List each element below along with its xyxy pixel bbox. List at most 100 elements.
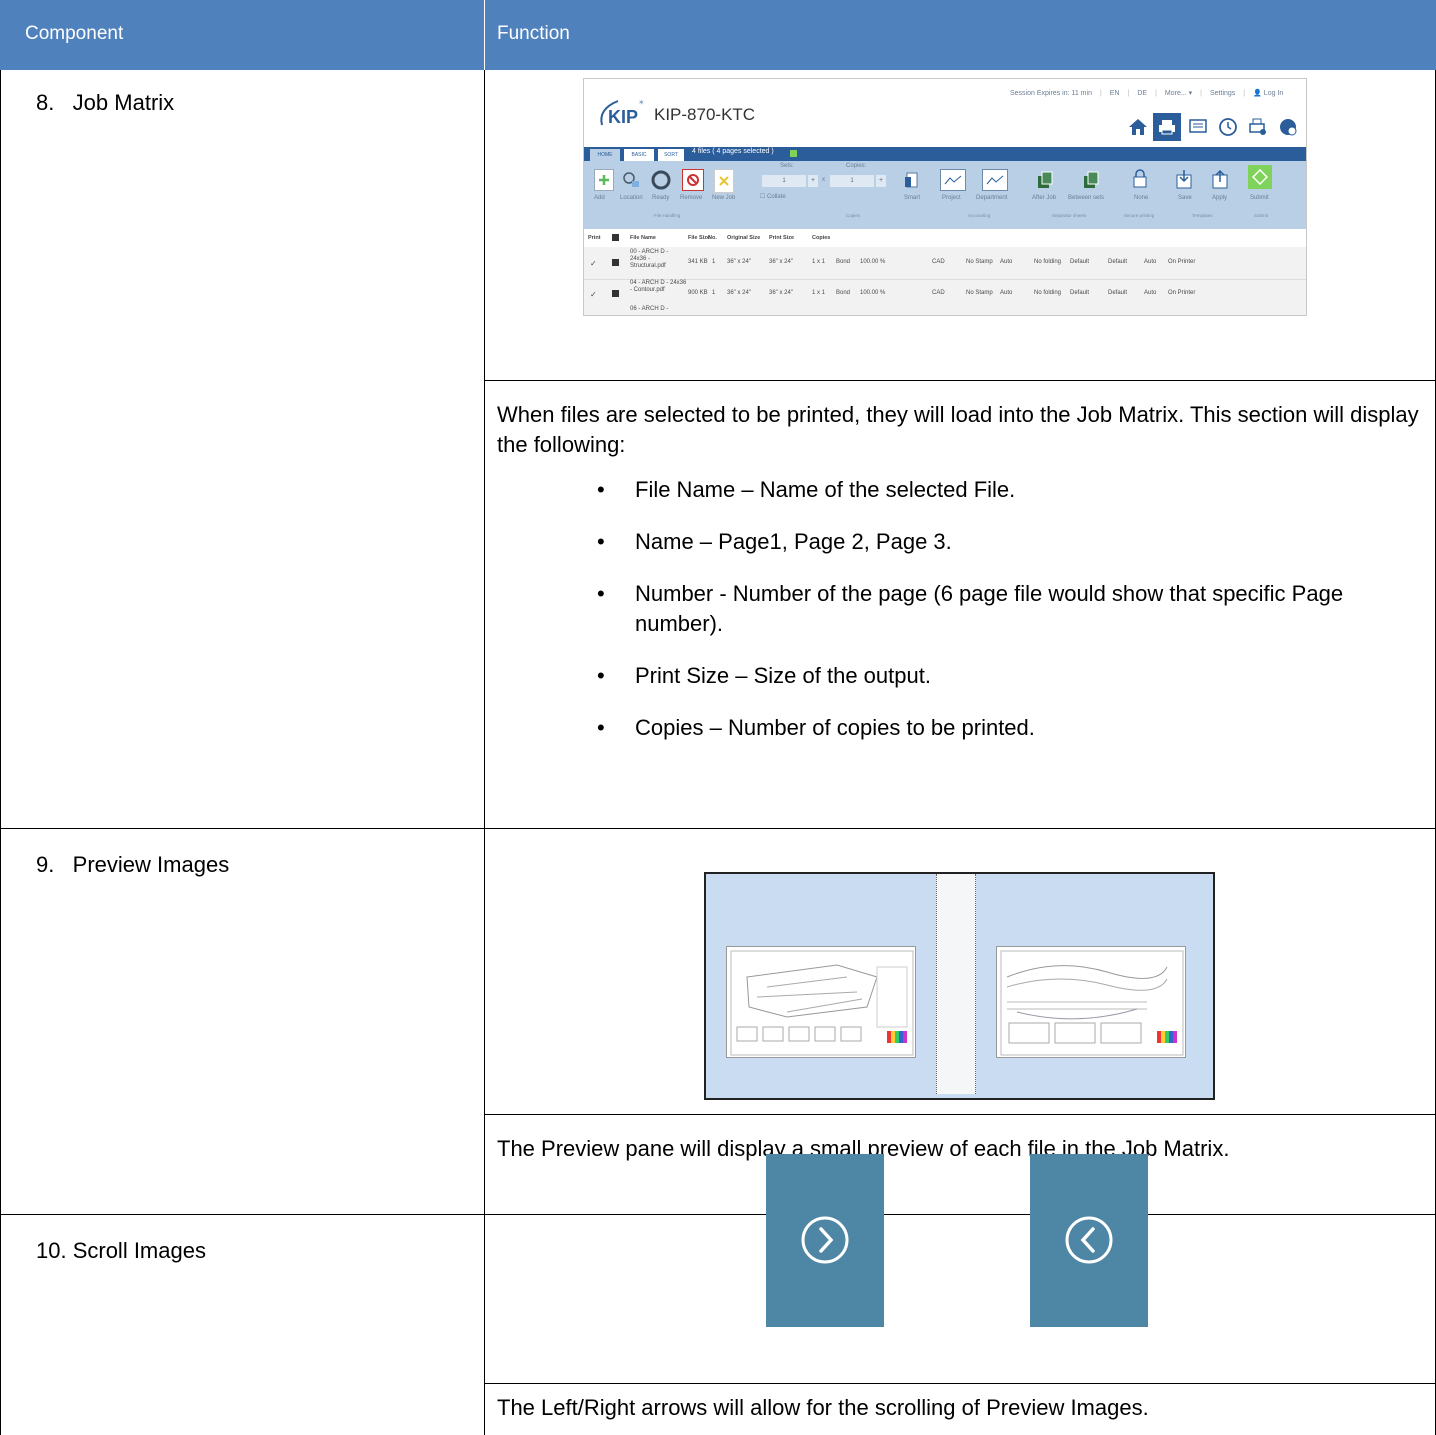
group-accounting: Accounting — [968, 213, 991, 218]
session-text: Session Expires in: 11 min — [1010, 89, 1092, 97]
svg-text:✶: ✶ — [638, 98, 645, 107]
copies-label: Copies: — [846, 163, 867, 169]
lock-icon[interactable] — [1130, 167, 1150, 191]
group-templates: Templates — [1192, 213, 1213, 218]
col-copies: Copies — [812, 235, 831, 241]
kip-logo-text: KIP — [608, 107, 638, 127]
scroll-description: The Left/Right arrows will allow for the… — [497, 1395, 1149, 1420]
toolbar-remove-label: Remove — [680, 195, 703, 201]
col-file-size: File Size — [688, 235, 711, 241]
file-name: 00 - ARCH D - 24x36 - Structural.pdf — [630, 249, 669, 269]
settings-link[interactable]: Settings — [1210, 90, 1235, 97]
toolbar-save-label: Save — [1178, 195, 1192, 201]
col-original-size: Original Size — [727, 235, 761, 241]
preview-description: The Preview pane will display a small pr… — [497, 1136, 1230, 1161]
clock-icon[interactable] — [1216, 115, 1240, 139]
queue-icon[interactable] — [1186, 115, 1210, 139]
table-row[interactable]: ✓ 04 - ARCH D - 24x36 - Contour.pdf 900 … — [584, 279, 1306, 315]
chevron-right-icon — [801, 1216, 849, 1264]
selected-indicator — [790, 150, 797, 157]
table-header: Component Function — [0, 0, 1436, 70]
list-item: Name – Page1, Page 2, Page 3. — [540, 527, 1400, 557]
lang-en-link[interactable]: EN — [1110, 90, 1120, 97]
toolbar-none-label: None — [1134, 195, 1149, 201]
location-icon[interactable] — [620, 169, 642, 191]
group-copies: Copies — [846, 213, 861, 218]
kip-logo: KIP ✶ — [596, 97, 648, 127]
toolbar-apply-label: Apply — [1212, 195, 1228, 201]
col-print: Print — [588, 235, 601, 241]
tab-sort[interactable]: SORT — [658, 149, 684, 161]
project-icon[interactable] — [940, 169, 966, 191]
tab-home[interactable]: HOME — [590, 149, 620, 161]
preview-thumbnail-1[interactable] — [726, 946, 916, 1058]
save-icon[interactable] — [1174, 167, 1194, 191]
new-job-icon[interactable] — [714, 169, 734, 193]
home-icon[interactable] — [1126, 115, 1150, 139]
file-name: 04 - ARCH D - 24x36 - Contour.pdf — [630, 280, 687, 293]
job-table-header: Print File Name File Size No. Original S… — [584, 233, 1306, 245]
col-no: No. — [708, 235, 717, 241]
printer-icon[interactable] — [1153, 113, 1181, 141]
kip-title: KIP-870-KTC — [654, 105, 756, 124]
toolbar-smart-label: Smart — [904, 195, 921, 201]
job-matrix-bullet-list: File Name – Name of the selected File. N… — [540, 475, 1400, 743]
between-sets-icon[interactable] — [1080, 169, 1102, 191]
select-all-checkbox[interactable] — [612, 234, 619, 241]
table-divider — [484, 70, 485, 1435]
globe-icon[interactable] — [1276, 115, 1300, 139]
row-checkbox[interactable] — [612, 290, 619, 297]
list-item: Number - Number of the page (6 page file… — [540, 579, 1400, 639]
list-item: Copies – Number of copies to be printed. — [540, 713, 1400, 743]
department-icon[interactable] — [982, 169, 1008, 191]
toolbar-between-sets-label: Between sets — [1068, 195, 1105, 201]
table-border-left — [0, 70, 1, 1435]
sets-label: Sets: — [780, 163, 794, 169]
copies-plus-button[interactable]: + — [876, 175, 886, 187]
ready-icon[interactable] — [650, 169, 672, 191]
row-checkbox[interactable] — [612, 259, 619, 266]
add-icon[interactable] — [594, 169, 614, 191]
file-name: 06 - ARCH D - — [630, 306, 669, 312]
login-link[interactable]: 👤 Log In — [1253, 89, 1283, 97]
job-matrix-description: When files are selected to be printed, t… — [497, 402, 1419, 457]
scroll-right-button[interactable] — [766, 1154, 884, 1327]
toolbar-department-label: Department — [976, 195, 1008, 201]
files-selected-text: 4 files ( 4 pages selected ) — [692, 148, 774, 155]
preview-thumbnail-2[interactable] — [996, 946, 1186, 1058]
row-label-preview-images: 9. Preview Images — [36, 852, 230, 877]
row-label-scroll-images: 10. Scroll Images — [36, 1238, 206, 1263]
sets-plus-button[interactable]: + — [808, 175, 818, 187]
header-function: Function — [497, 23, 570, 44]
scroll-left-button[interactable] — [1030, 1154, 1148, 1327]
col-file-name: File Name — [630, 235, 656, 241]
chevron-left-icon — [1065, 1216, 1113, 1264]
list-item: Print Size – Size of the output. — [540, 661, 1400, 691]
toolbar-new-job-label: New Job — [712, 195, 736, 201]
toolbar-location-label: Location — [620, 195, 643, 201]
toolbar-project-label: Project — [942, 195, 961, 201]
copies-input[interactable]: 1 — [830, 175, 874, 187]
toolbar-add-label: Add — [594, 195, 605, 201]
row-label-job-matrix: 8. Job Matrix — [36, 90, 175, 115]
tab-basic[interactable]: BASIC — [624, 149, 654, 161]
smart-icon[interactable] — [902, 169, 922, 191]
group-separator-sheets: Separator sheets — [1052, 213, 1087, 218]
toolbar-after-job-label: After Job — [1032, 195, 1057, 201]
sets-input[interactable]: 1 — [762, 175, 806, 187]
preview-pane — [704, 872, 1215, 1100]
job-matrix-screenshot: KIP ✶ KIP-870-KTC Session Expires in: 11… — [583, 78, 1307, 316]
remove-icon[interactable] — [682, 169, 704, 191]
group-secure-printing: Secure printing — [1124, 213, 1155, 218]
toolbar-ready-label: Ready — [652, 195, 670, 201]
lang-de-link[interactable]: DE — [1137, 90, 1147, 97]
apply-icon[interactable] — [1210, 167, 1230, 191]
scanner-icon[interactable] — [1246, 115, 1270, 139]
table-row[interactable]: ✓ 00 - ARCH D - 24x36 - Structural.pdf 3… — [584, 247, 1306, 279]
after-job-icon[interactable] — [1034, 169, 1056, 191]
more-menu[interactable]: More... ▾ — [1165, 89, 1192, 97]
submit-icon[interactable] — [1248, 165, 1272, 189]
group-file-handling: File Handling — [654, 213, 681, 218]
list-item: File Name – Name of the selected File. — [540, 475, 1400, 505]
group-submit: Submit — [1254, 213, 1269, 218]
